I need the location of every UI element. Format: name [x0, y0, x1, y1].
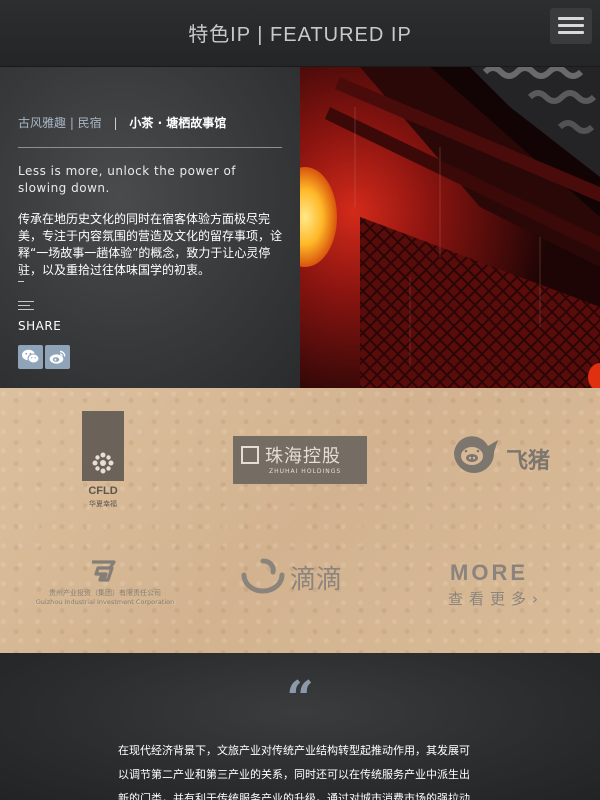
category-line: 古风雅趣 | 民宿 | 小茶 · 塘栖故事馆 [18, 114, 226, 131]
partner-guizhou-logo[interactable]: 贵州产业投资（集团）有限责任公司 Guizhou Industrial Inve… [30, 558, 180, 610]
quote-text: 在现代经济背景下，文旅产业对传统产业结构转型起推动作用，其发展可以调节第二产业和… [118, 744, 470, 800]
subtitle[interactable]: 小茶 · 塘栖故事馆 [129, 116, 226, 130]
zhuhai-mark-icon [241, 446, 259, 464]
partners-section: CFLD 华夏幸福 珠海控股 ZHUHAI HOLDINGS 飞猪 贵州产业投资… [0, 388, 600, 653]
chevron-right-icon: › [532, 590, 545, 608]
more-title: MORE [450, 560, 528, 585]
quote-section: “ 在现代经济背景下，文旅产业对传统产业结构转型起推动作用，其发展可以调节第二产… [0, 653, 600, 800]
fliggy-name: 飞猪 [506, 449, 551, 474]
cfld-name: CFLD [88, 485, 118, 497]
zhuhai-name: 珠海控股 [265, 446, 341, 467]
category-label[interactable]: 古风雅趣 | 民宿 [18, 116, 102, 130]
wechat-icon[interactable] [18, 345, 43, 369]
partner-cfld-logo[interactable]: CFLD 华夏幸福 [82, 411, 124, 511]
partner-fliggy-logo[interactable]: 飞猪 [448, 434, 558, 482]
guizhou-name: 贵州产业投资（集团）有限责任公司 [49, 589, 161, 597]
guizhou-sub: Guizhou Industrial Investment Corporatio… [35, 598, 175, 606]
zhuhai-sub: ZHUHAI HOLDINGS [269, 468, 342, 475]
more-partners-link[interactable]: MORE 查看更多› [448, 560, 558, 610]
quote-mark-icon: “ [286, 671, 314, 727]
didi-icon [241, 558, 285, 594]
separator: | [113, 116, 118, 130]
divider [18, 147, 282, 148]
hamburger-icon[interactable] [550, 8, 592, 44]
share-label: SHARE [18, 319, 62, 333]
fliggy-pig-icon [454, 436, 498, 474]
guizhou-g-icon [92, 560, 116, 582]
cfld-emblem-icon [82, 411, 124, 481]
header: 特色IP | FEATURED IP [0, 0, 600, 67]
weibo-icon[interactable] [45, 345, 70, 369]
slogan: Less is more, unlock the power of slowin… [18, 164, 237, 195]
description: 传承在地历史文化的同时在宿客体验方面极尽完美，专注于内容氛围的营造及文化的留存事… [18, 212, 283, 277]
didi-name: 滴滴 [290, 565, 343, 595]
hero-text-panel: 古风雅趣 | 民宿 | 小茶 · 塘栖故事馆 Less is more, unl… [0, 67, 300, 388]
cfld-sub: 华夏幸福 [89, 500, 117, 508]
featured-hero: 古风雅趣 | 民宿 | 小茶 · 塘栖故事馆 Less is more, unl… [0, 67, 600, 388]
share-lines-icon [18, 301, 34, 311]
more-sub: 查看更多› [448, 588, 544, 609]
partner-zhuhai-logo[interactable]: 珠海控股 ZHUHAI HOLDINGS [233, 436, 367, 484]
partner-didi-logo[interactable]: 滴滴 [238, 553, 364, 603]
page-title: 特色IP | FEATURED IP [188, 24, 412, 46]
hero-photo [300, 67, 600, 388]
dash-mark [18, 281, 24, 282]
more-sub-text: 查看更多 [448, 590, 533, 608]
